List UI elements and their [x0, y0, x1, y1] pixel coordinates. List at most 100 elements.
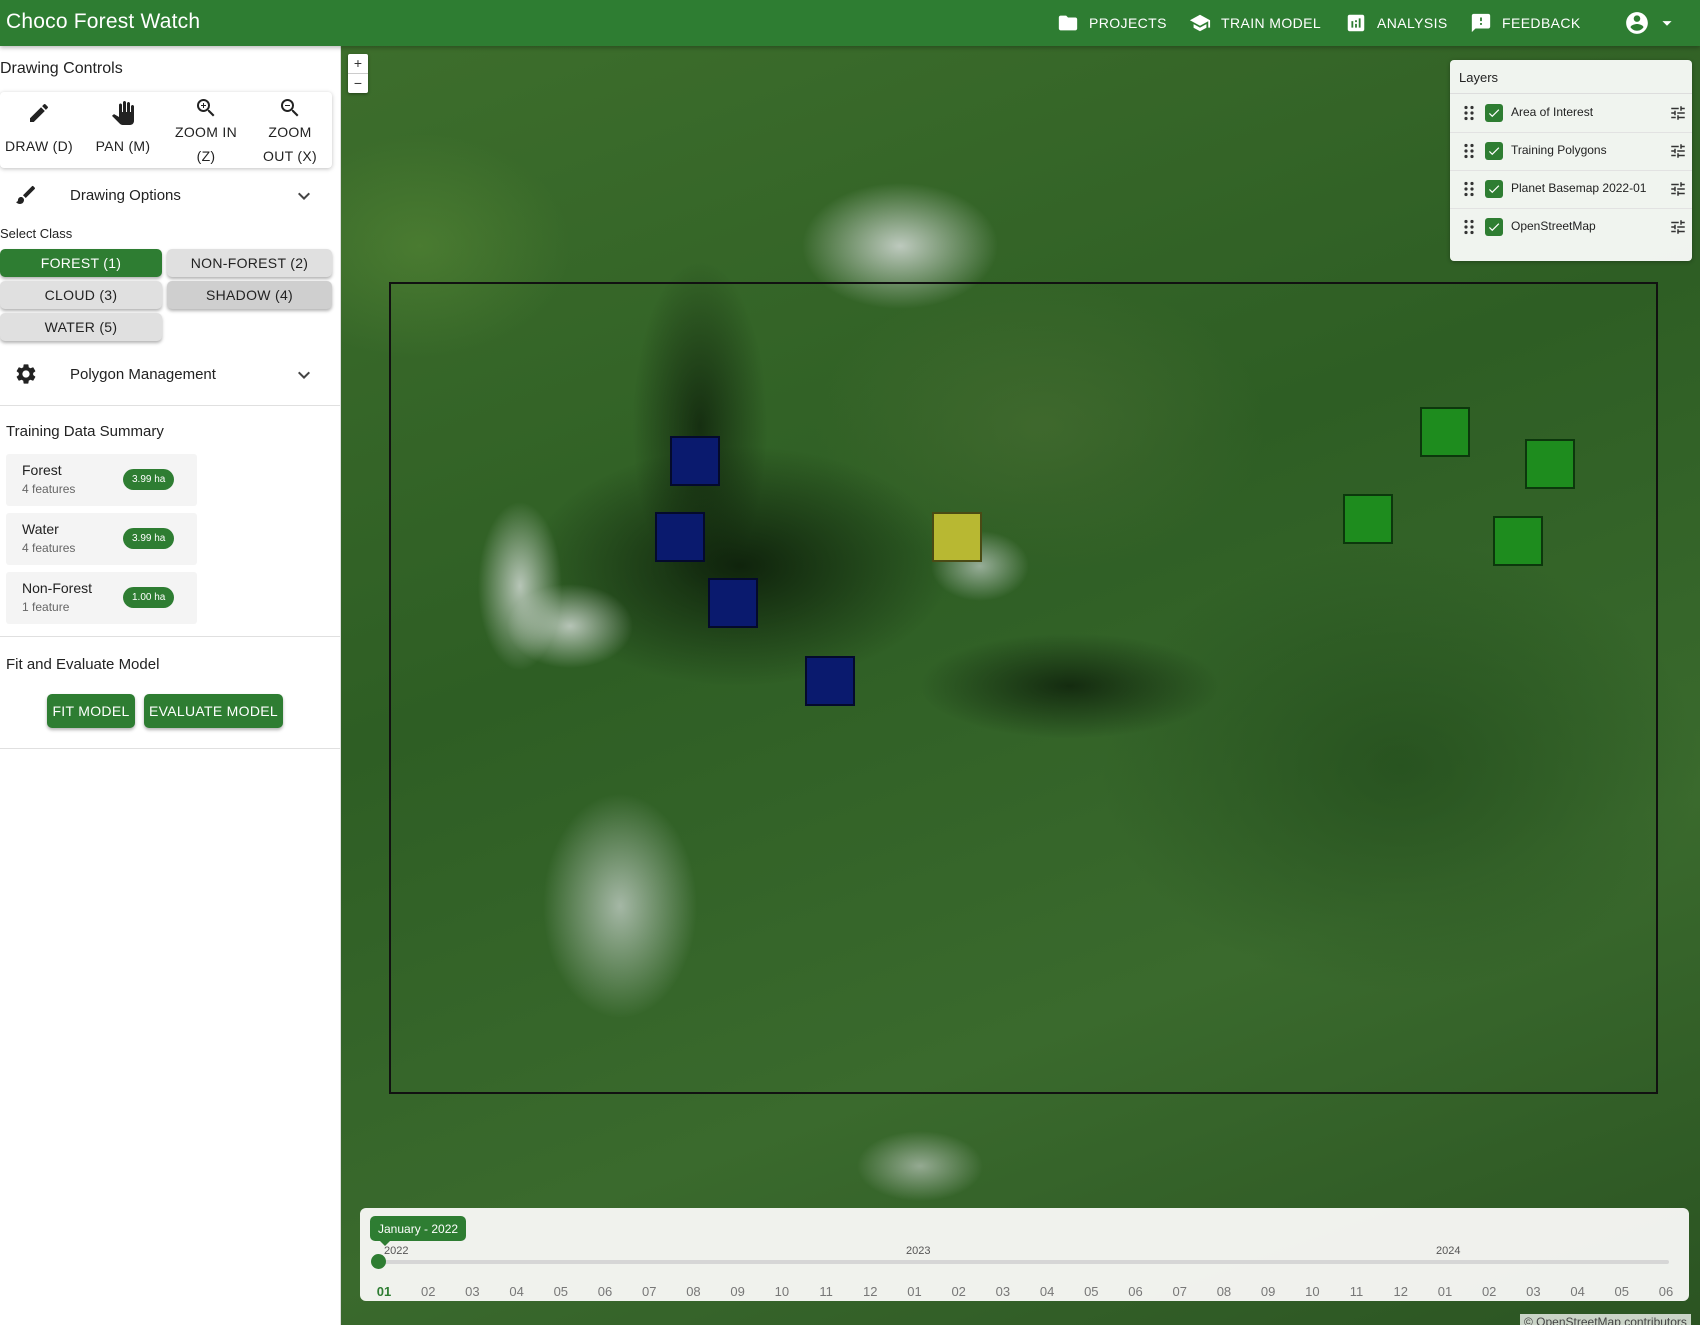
pan-tool-label: PAN (M) — [95, 138, 151, 154]
timeline-month-label[interactable]: 04 — [1032, 1284, 1062, 1299]
timeline-month-label[interactable]: 04 — [502, 1284, 532, 1299]
layer-row[interactable]: OpenStreetMap — [1450, 208, 1692, 246]
class-water-button[interactable]: WATER (5) — [0, 313, 162, 341]
summary-card-forest: Forest 4 features 3.99 ha — [6, 454, 197, 506]
drag-handle-icon[interactable] — [1462, 105, 1476, 121]
drawing-options-expander[interactable]: Drawing Options — [0, 168, 330, 222]
nav-feedback[interactable]: FEEDBACK — [1470, 0, 1581, 46]
timeline-month-label[interactable]: 03 — [988, 1284, 1018, 1299]
training-polygon-forest[interactable] — [1525, 439, 1575, 489]
pan-tool-button[interactable]: PAN (M) — [88, 92, 158, 168]
summary-count: 4 features — [22, 541, 76, 555]
nav-train-model[interactable]: TRAIN MODEL — [1189, 0, 1321, 46]
timeline-tooltip: January - 2022 — [370, 1216, 467, 1246]
timeline-month-label[interactable]: 05 — [1607, 1284, 1637, 1299]
divider — [0, 748, 340, 749]
class-non-forest-button[interactable]: NON-FOREST (2) — [167, 249, 332, 277]
timeline-month-label[interactable]: 05 — [1076, 1284, 1106, 1299]
timeline-month-label[interactable]: 07 — [1165, 1284, 1195, 1299]
class-cloud-button[interactable]: CLOUD (3) — [0, 281, 162, 309]
timeline-track[interactable] — [379, 1260, 1669, 1264]
summary-name: Forest — [22, 462, 62, 478]
training-polygon-water[interactable] — [670, 436, 720, 486]
timeline-month-label[interactable]: 12 — [1386, 1284, 1416, 1299]
timeline-month-label[interactable]: 06 — [590, 1284, 620, 1299]
layer-visibility-checkbox[interactable] — [1485, 142, 1503, 160]
layer-visibility-checkbox[interactable] — [1485, 218, 1503, 236]
training-polygon-water[interactable] — [655, 512, 705, 562]
layer-visibility-checkbox[interactable] — [1485, 180, 1503, 198]
timeline-month-label[interactable]: 12 — [855, 1284, 885, 1299]
evaluate-model-button[interactable]: EVALUATE MODEL — [144, 694, 283, 728]
app-title[interactable]: Choco Forest Watch — [6, 10, 200, 34]
area-of-interest-outline[interactable] — [389, 282, 1658, 1094]
tune-icon[interactable] — [1669, 180, 1687, 198]
timeline-thumb[interactable] — [371, 1254, 386, 1269]
nav-projects[interactable]: PROJECTS — [1057, 0, 1167, 46]
timeline-month-label[interactable]: 09 — [723, 1284, 753, 1299]
account-menu[interactable] — [1624, 10, 1678, 36]
tune-icon[interactable] — [1669, 218, 1687, 236]
timeline-month-label[interactable]: 02 — [944, 1284, 974, 1299]
timeline-month-label[interactable]: 02 — [413, 1284, 443, 1299]
nav-analysis[interactable]: ANALYSIS — [1345, 0, 1448, 46]
nav-train-model-label: TRAIN MODEL — [1221, 15, 1322, 31]
polygon-management-label: Polygon Management — [70, 365, 216, 383]
timeline-month-label[interactable]: 03 — [1518, 1284, 1548, 1299]
timeline-month-label[interactable]: 04 — [1563, 1284, 1593, 1299]
nav-feedback-label: FEEDBACK — [1502, 15, 1581, 31]
fit-evaluate-title: Fit and Evaluate Model — [6, 656, 160, 673]
tune-icon[interactable] — [1669, 142, 1687, 160]
timeline-month-label[interactable]: 01 — [369, 1284, 399, 1299]
map-canvas[interactable]: + − Layers Area of Interest Training Pol… — [340, 46, 1700, 1325]
tune-icon[interactable] — [1669, 104, 1687, 122]
summary-name: Water — [22, 521, 59, 537]
timeline-month-label[interactable]: 08 — [1209, 1284, 1239, 1299]
chevron-down-icon — [298, 192, 310, 200]
class-forest-button[interactable]: FOREST (1) — [0, 249, 162, 277]
fit-model-button[interactable]: FIT MODEL — [47, 694, 135, 728]
timeline-month-label[interactable]: 02 — [1474, 1284, 1504, 1299]
layer-row[interactable]: Training Polygons — [1450, 132, 1692, 171]
timeline-month-label[interactable]: 06 — [1651, 1284, 1681, 1299]
polygon-management-expander[interactable]: Polygon Management — [0, 347, 330, 401]
map-zoom-in-button[interactable]: + — [348, 54, 368, 74]
timeline-month-label[interactable]: 10 — [1297, 1284, 1327, 1299]
chevron-down-icon — [298, 371, 310, 379]
timeline-month-label[interactable]: 10 — [767, 1284, 797, 1299]
zoom-in-tool-button[interactable]: ZOOM IN (Z) — [168, 92, 244, 168]
drag-handle-icon[interactable] — [1462, 143, 1476, 159]
training-polygon-forest[interactable] — [1493, 516, 1543, 566]
divider — [0, 636, 340, 637]
layer-row[interactable]: Area of Interest — [1450, 94, 1692, 133]
summary-count: 1 feature — [22, 600, 70, 614]
timeline-month-label[interactable]: 07 — [634, 1284, 664, 1299]
timeline-month-label[interactable]: 08 — [678, 1284, 708, 1299]
timeline-month-label[interactable]: 06 — [1121, 1284, 1151, 1299]
timeline-month-label[interactable]: 11 — [811, 1284, 841, 1299]
map-attribution[interactable]: © OpenStreetMap contributors — [1520, 1314, 1691, 1325]
zoom-in-icon — [197, 99, 215, 117]
analytics-icon — [1347, 14, 1365, 32]
class-shadow-button[interactable]: SHADOW (4) — [167, 281, 332, 309]
account-circle-icon — [1626, 12, 1648, 34]
timeline-year-label: 2023 — [906, 1245, 931, 1257]
training-polygon-water[interactable] — [708, 578, 758, 628]
drag-handle-icon[interactable] — [1462, 181, 1476, 197]
draw-tool-button[interactable]: DRAW (D) — [4, 92, 74, 168]
training-polygon-water[interactable] — [805, 656, 855, 706]
timeline-month-label[interactable]: 11 — [1342, 1284, 1372, 1299]
map-zoom-out-button[interactable]: − — [348, 74, 368, 93]
layer-row[interactable]: Planet Basemap 2022-01 — [1450, 170, 1692, 209]
timeline-month-label[interactable]: 03 — [457, 1284, 487, 1299]
layer-visibility-checkbox[interactable] — [1485, 104, 1503, 122]
timeline-month-label[interactable]: 01 — [1430, 1284, 1460, 1299]
zoom-out-tool-button[interactable]: ZOOM OUT (X) — [252, 92, 328, 168]
training-polygon-forest[interactable] — [1420, 407, 1470, 457]
timeline-month-label[interactable]: 09 — [1253, 1284, 1283, 1299]
timeline-month-label[interactable]: 05 — [546, 1284, 576, 1299]
training-polygon-forest[interactable] — [1343, 494, 1393, 544]
training-polygon-non-forest[interactable] — [932, 512, 982, 562]
timeline-month-label[interactable]: 01 — [899, 1284, 929, 1299]
drag-handle-icon[interactable] — [1462, 219, 1476, 235]
